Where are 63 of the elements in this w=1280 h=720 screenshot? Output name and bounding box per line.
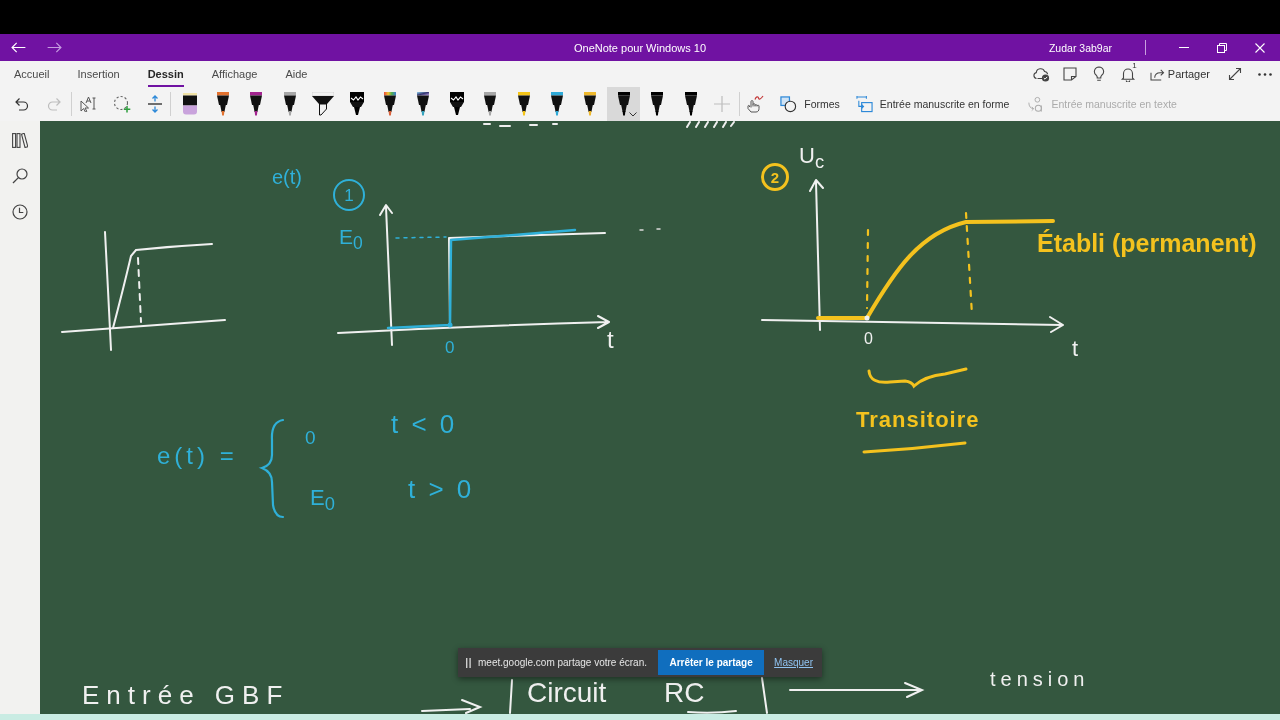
page-icon <box>1063 67 1078 81</box>
share-button[interactable]: Partager <box>1146 62 1213 86</box>
hand-squiggle-icon <box>746 95 765 113</box>
back-arrow-icon <box>10 42 26 53</box>
axis-label: U$_{c}$ <box>799 145 825 172</box>
galaxy-pen-icon <box>417 92 430 116</box>
insert-space-icon <box>147 95 163 113</box>
ink-to-text-icon <box>1027 95 1045 113</box>
search-icon <box>12 168 28 184</box>
case-condition: t < 0 <box>391 411 458 437</box>
rainbow-pen-icon <box>384 92 397 116</box>
cursor-text-select-icon <box>79 96 97 112</box>
axis-label: t <box>1072 338 1079 360</box>
more-icon <box>1258 72 1272 76</box>
axis-label: t <box>607 328 614 352</box>
circled-number: 1 <box>333 179 365 211</box>
close-icon <box>1255 42 1265 53</box>
caret-icon <box>629 112 638 117</box>
minimize-icon <box>1179 47 1189 48</box>
case-condition: t > 0 <box>408 476 475 502</box>
annotation-text: Établi (permanent) <box>1037 231 1257 256</box>
square-circle-icon <box>780 95 798 113</box>
diagram-label: Circuit RC <box>527 679 705 707</box>
ribbon-tab[interactable]: Accueil <box>14 61 50 87</box>
account-name[interactable]: Zudar 3ab9ar <box>1048 41 1112 54</box>
books-icon <box>12 132 28 148</box>
command-button[interactable]: Formes <box>775 90 845 118</box>
redo-icon <box>47 96 63 112</box>
bell-icon <box>1121 66 1136 82</box>
undo-icon <box>13 96 29 112</box>
clock-icon <box>12 204 28 220</box>
restore-icon <box>1217 42 1227 53</box>
ribbon-tab[interactable]: Insertion <box>77 61 120 87</box>
lightbulb-icon <box>1093 66 1106 82</box>
diagram-label: Entrée GBF <box>82 682 290 708</box>
expand-icon <box>1228 67 1242 81</box>
stop-sharing-button[interactable]: Arrêter le partage <box>658 650 765 675</box>
pen-tool[interactable] <box>607 87 641 121</box>
forward-arrow-icon <box>46 42 62 53</box>
origin-label: 0 <box>864 331 873 347</box>
origin-label: 0 <box>445 339 455 356</box>
ribbon-tab[interactable]: Dessin <box>147 61 184 87</box>
hide-link[interactable]: Masquer <box>774 657 813 668</box>
annotation-text: Transitoire <box>856 409 980 431</box>
share-icon <box>1149 67 1165 81</box>
command-button[interactable]: Entrée manuscrite en forme <box>850 90 1015 118</box>
case-value: E$_{0}$ <box>310 487 335 514</box>
window-title: OneNote pour Windows 10 <box>573 41 707 54</box>
plus-icon <box>714 96 731 112</box>
circled-number: 2 <box>761 163 789 191</box>
ribbon-tab[interactable]: Aide <box>285 61 308 87</box>
case-value: 0 <box>305 428 316 447</box>
cloud-check-icon <box>1032 66 1050 82</box>
notifications-button[interactable]: 1 <box>1113 62 1143 86</box>
function-label: e(t) <box>272 167 302 187</box>
ribbon-tab[interactable]: Affichage <box>211 61 258 87</box>
banner-message: meet.google.com partage votre écran. <box>478 657 647 668</box>
level-label: E$_{0}$ <box>339 226 363 253</box>
diagram-label: tension <box>990 669 1090 689</box>
dashed-circle-plus-icon <box>113 95 131 113</box>
equation-label: e(t) = <box>157 444 238 468</box>
squares-arrow-icon <box>855 95 873 113</box>
grip-icon[interactable] <box>466 657 471 668</box>
